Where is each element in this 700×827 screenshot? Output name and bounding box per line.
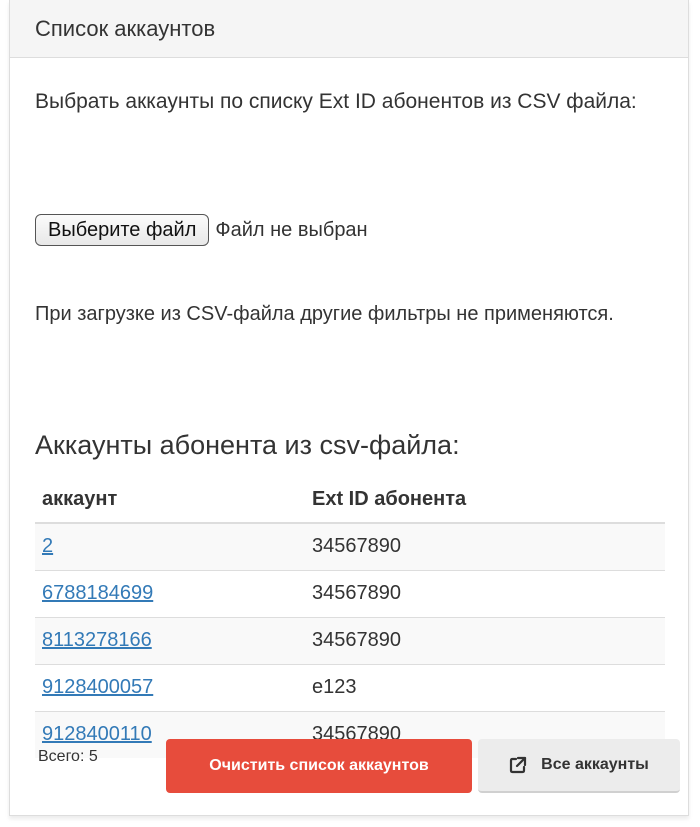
accounts-table: аккаунт Ext ID абонента 2 34567890 67881… <box>35 476 665 758</box>
panel-heading: Список аккаунтов <box>10 0 688 58</box>
account-link[interactable]: 8113278166 <box>42 629 152 651</box>
file-status: Файл не выбран <box>215 218 368 241</box>
ext-id-cell: 34567890 <box>305 616 665 664</box>
ext-id-cell: e123 <box>305 663 665 711</box>
panel-title: Список аккаунтов <box>35 15 216 41</box>
accounts-subtitle: Аккаунты абонента из csv-файла: <box>35 430 460 460</box>
account-link[interactable]: 6788184699 <box>42 582 153 604</box>
accounts-panel: Список аккаунтов Выбрать аккаунты по спи… <box>9 0 689 816</box>
account-link[interactable]: 2 <box>42 535 53 557</box>
ext-id-cell: 34567890 <box>305 522 665 570</box>
choose-file-button[interactable]: Выберите файл <box>35 214 210 246</box>
external-link-icon <box>509 756 527 774</box>
csv-note: При загрузке из CSV-файла другие фильтры… <box>35 303 614 325</box>
csv-instructions: Выбрать аккаунты по списку Ext ID абонен… <box>35 90 637 113</box>
account-link[interactable]: 9128400110 <box>42 723 152 745</box>
file-input-row: Выберите файл Файл не выбран <box>35 213 368 247</box>
ext-id-cell: 34567890 <box>305 569 665 617</box>
column-header-account: аккаунт <box>35 476 305 524</box>
table-header-row: аккаунт Ext ID абонента <box>35 476 665 524</box>
column-header-ext-id: Ext ID абонента <box>305 476 665 524</box>
account-link[interactable]: 9128400057 <box>42 676 153 698</box>
table-row: 8113278166 34567890 <box>35 616 665 664</box>
clear-accounts-button[interactable]: Очистить список аккаунтов <box>166 739 472 793</box>
clear-accounts-label: Очистить список аккаунтов <box>209 757 429 774</box>
total-count: Всего: 5 <box>38 748 98 765</box>
table-row: 2 34567890 <box>35 522 665 570</box>
table-row: 9128400057 e123 <box>35 663 665 711</box>
all-accounts-label: Все аккаунты <box>541 756 649 773</box>
all-accounts-button[interactable]: Все аккаунты <box>478 739 680 793</box>
table-row: 6788184699 34567890 <box>35 569 665 617</box>
